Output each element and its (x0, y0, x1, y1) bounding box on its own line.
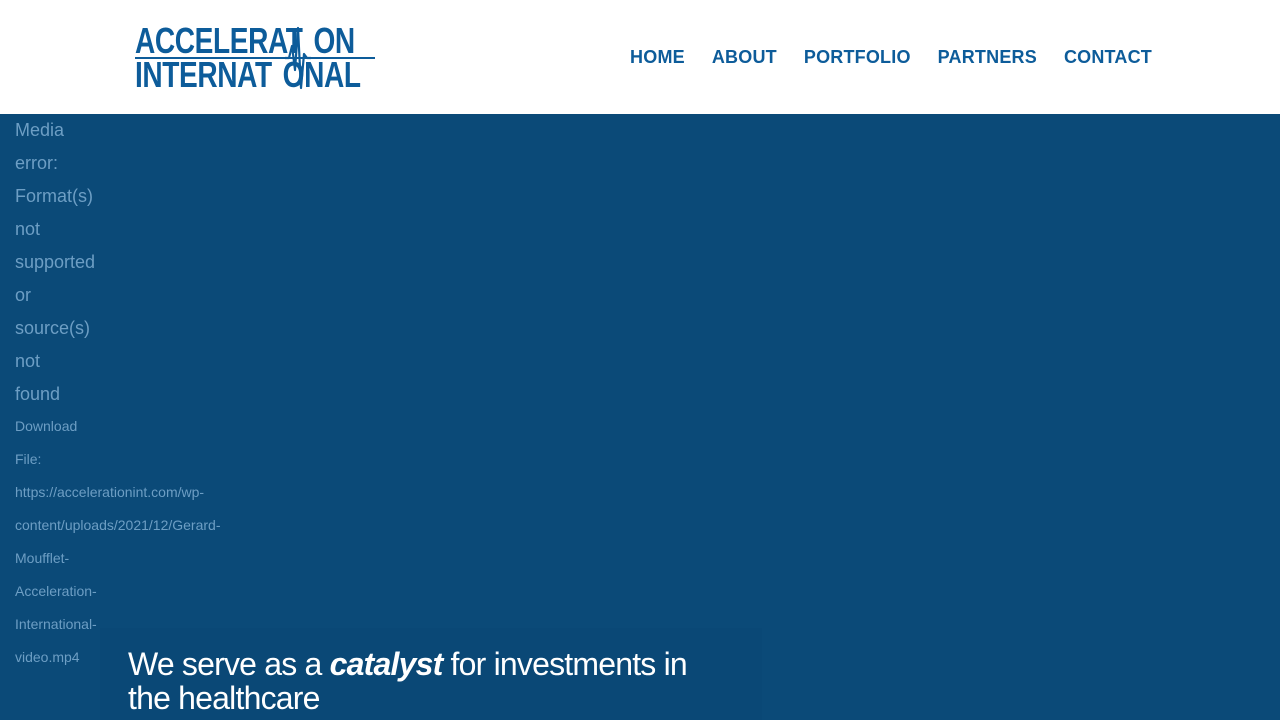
download-url-line[interactable]: Moufflet- (15, 542, 230, 575)
error-word: error: (15, 153, 59, 173)
download-label: Download (15, 418, 78, 434)
nav-portfolio[interactable]: PORTFOLIO (804, 47, 911, 68)
download-url-line[interactable]: content/uploads/2021/12/Gerard- (15, 509, 230, 542)
main-nav: HOME ABOUT PORTFOLIO PARTNERS CONTACT (630, 44, 1152, 70)
download-label: File: (15, 451, 42, 467)
hero-text-start: We serve as a (128, 646, 330, 682)
error-word: or (15, 285, 32, 305)
error-word: found (15, 384, 61, 404)
error-word: supported (15, 252, 96, 272)
nav-about[interactable]: ABOUT (712, 47, 777, 68)
logo-line-1: ACCELERAT ON (135, 23, 355, 59)
error-word: Format(s) (15, 186, 93, 206)
error-word: not (15, 351, 41, 371)
download-url-line[interactable]: https://accelerationint.com/wp- (15, 476, 230, 509)
logo-line-2: INTERNAT ONAL (135, 57, 361, 93)
media-error-message: Media error: Format(s) not supported or … (15, 114, 105, 411)
logo-text-2b: ONAL (282, 54, 361, 95)
nav-home[interactable]: HOME (630, 47, 685, 68)
error-word: not (15, 219, 41, 239)
hero-emphasis: catalyst (329, 646, 444, 682)
download-url-line[interactable]: Acceleration- (15, 575, 230, 608)
hero-headline: We serve as a catalyst for investments i… (128, 647, 688, 715)
site-header: ACCELERAT ON INTERNAT ONAL HOME ABOUT PORT… (0, 0, 1280, 114)
logo-text-2a: INTERNAT (135, 54, 272, 95)
error-word: source(s) (15, 318, 91, 338)
site-logo[interactable]: ACCELERAT ON INTERNAT ONAL (135, 23, 375, 93)
error-word: Media (15, 120, 65, 140)
nav-partners[interactable]: PARTNERS (938, 47, 1037, 68)
nav-contact[interactable]: CONTACT (1064, 47, 1152, 68)
